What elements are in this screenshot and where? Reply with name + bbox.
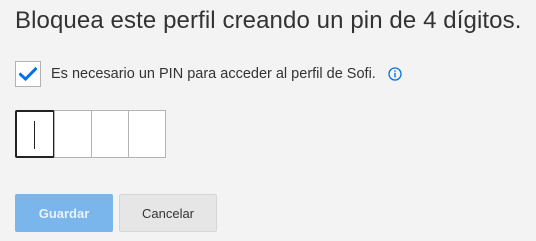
cancel-button[interactable]: Cancelar bbox=[119, 194, 217, 232]
page-title: Bloquea este perfil creando un pin de 4 … bbox=[15, 7, 522, 34]
pin-digit-3[interactable] bbox=[91, 110, 129, 158]
pin-digit-4[interactable] bbox=[128, 110, 166, 158]
require-pin-checkbox[interactable] bbox=[15, 61, 41, 87]
save-button[interactable]: Guardar bbox=[15, 194, 113, 232]
pin-digit-1[interactable] bbox=[15, 110, 55, 158]
pin-digit-2[interactable] bbox=[54, 110, 92, 158]
text-caret bbox=[34, 121, 35, 149]
info-circle-icon[interactable] bbox=[388, 67, 402, 81]
require-pin-row: Es necesario un PIN para acceder al perf… bbox=[15, 60, 402, 88]
pin-input-group bbox=[15, 110, 166, 158]
require-pin-label: Es necesario un PIN para acceder al perf… bbox=[51, 66, 376, 82]
checkmark-icon bbox=[19, 67, 37, 81]
